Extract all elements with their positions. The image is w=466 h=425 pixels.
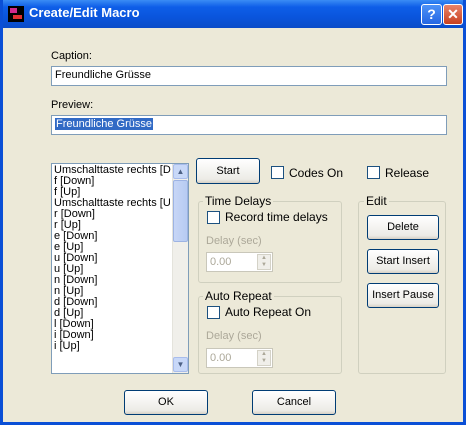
list-scrollbar[interactable]: ▲ ▼ — [172, 164, 188, 373]
time-delay-spinner[interactable]: 0.00 ▲ ▼ — [206, 252, 273, 272]
list-item[interactable]: d [Up] — [54, 308, 174, 319]
title-bar[interactable]: Create/Edit Macro ? ✕ — [3, 0, 463, 28]
help-button[interactable]: ? — [421, 4, 442, 25]
time-delay-label: Delay (sec) — [206, 235, 262, 247]
auto-repeat-checkbox[interactable] — [207, 306, 220, 319]
codes-on-label: Codes On — [289, 166, 344, 180]
edit-title: Edit — [364, 194, 389, 208]
start-insert-button[interactable]: Start Insert — [367, 249, 439, 274]
list-item[interactable]: u [Up] — [54, 264, 174, 275]
macro-dialog: Create/Edit Macro ? ✕ Caption: Freundlic… — [0, 0, 466, 425]
close-button[interactable]: ✕ — [443, 4, 463, 25]
keystroke-list[interactable]: Umschalttaste rechts [D f [Down] f [Up] Ums… — [51, 163, 189, 374]
list-item[interactable]: f [Down] — [54, 176, 174, 187]
list-item[interactable]: l [Down] — [54, 319, 174, 330]
list-item[interactable]: r [Up] — [54, 220, 174, 231]
preview-field[interactable]: Freundliche Grüsse — [51, 115, 447, 135]
time-delay-value: 0.00 — [210, 256, 232, 268]
delete-button[interactable]: Delete — [367, 215, 439, 240]
list-item[interactable]: i [Up] — [54, 341, 174, 352]
codes-on-checkbox[interactable] — [271, 166, 284, 179]
keystroke-items: Umschalttaste rechts [D f [Down] f [Up] Ums… — [54, 165, 174, 352]
app-icon — [8, 6, 24, 22]
caption-label: Caption: — [51, 50, 92, 62]
record-delays-label: Record time delays — [225, 210, 328, 224]
record-delays-checkbox[interactable] — [207, 211, 220, 224]
release-label: Release — [385, 166, 430, 180]
start-button[interactable]: Start — [196, 158, 260, 184]
spinner-arrows-icon[interactable]: ▲ ▼ — [257, 350, 271, 366]
repeat-delay-spinner[interactable]: 0.00 ▲ ▼ — [206, 348, 273, 368]
caption-value: Freundliche Grüsse — [55, 69, 151, 81]
repeat-delay-value: 0.00 — [210, 352, 232, 364]
list-item[interactable]: d [Down] — [54, 297, 174, 308]
list-item[interactable]: Umschalttaste rechts [D — [54, 165, 174, 176]
scroll-down-icon[interactable]: ▼ — [173, 357, 188, 372]
scroll-thumb[interactable] — [173, 180, 188, 242]
ok-button[interactable]: OK — [124, 390, 208, 415]
spinner-arrows-icon[interactable]: ▲ ▼ — [257, 254, 271, 270]
list-item[interactable]: n [Up] — [54, 286, 174, 297]
list-item[interactable]: e [Up] — [54, 242, 174, 253]
list-item[interactable]: u [Down] — [54, 253, 174, 264]
preview-value: Freundliche Grüsse — [55, 118, 153, 130]
list-item[interactable]: e [Down] — [54, 231, 174, 242]
auto-repeat-title: Auto Repeat — [203, 289, 274, 303]
repeat-delay-label: Delay (sec) — [206, 330, 262, 342]
list-item[interactable]: Umschalttaste rechts [U — [54, 198, 174, 209]
list-item[interactable]: r [Down] — [54, 209, 174, 220]
list-item[interactable]: i [Down] — [54, 330, 174, 341]
preview-label: Preview: — [51, 99, 94, 111]
list-item[interactable]: f [Up] — [54, 187, 174, 198]
release-checkbox[interactable] — [367, 166, 380, 179]
auto-repeat-label: Auto Repeat On — [225, 305, 312, 319]
window-title: Create/Edit Macro — [29, 5, 140, 20]
time-delays-title: Time Delays — [203, 194, 274, 208]
caption-input[interactable]: Freundliche Grüsse — [51, 66, 447, 86]
list-item[interactable]: n [Down] — [54, 275, 174, 286]
cancel-button[interactable]: Cancel — [252, 390, 336, 415]
scroll-up-icon[interactable]: ▲ — [173, 164, 188, 179]
insert-pause-button[interactable]: Insert Pause — [367, 283, 439, 308]
